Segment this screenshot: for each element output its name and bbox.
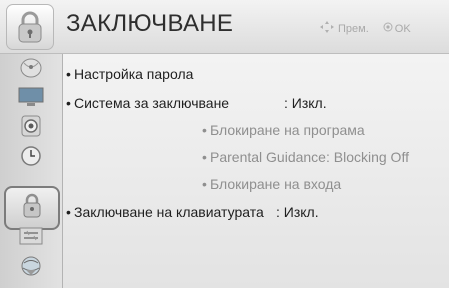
lock-icon (6, 4, 54, 50)
satellite-dish-icon (18, 57, 44, 84)
menu-item-key-lock[interactable]: • Заключване на клавиатурата : Изкл. (66, 204, 319, 220)
header: ЗАКЛЮЧВАНЕ Прем. OK (0, 0, 449, 54)
menu-item-label: Блокиране на програма (210, 122, 365, 138)
lock-menu-window: ЗАКЛЮЧВАНЕ Прем. OK • Настройка парола •… (0, 0, 449, 288)
menu-item-label: Настройка парола (74, 66, 194, 82)
menu-item-label: Parental Guidance: Blocking Off (210, 149, 409, 165)
menu-item-set-password[interactable]: • Настройка парола (66, 66, 193, 82)
menu-item-value: : Изкл. (276, 204, 319, 220)
clock-icon (19, 144, 43, 173)
menu-item-block-program: • Блокиране на програма (202, 122, 365, 138)
ok-button-icon (383, 22, 393, 35)
tv-screen-icon (17, 86, 45, 113)
network-globe-icon (18, 254, 44, 283)
sidebar (0, 54, 63, 288)
menu-item-value: : Изкл. (284, 95, 327, 111)
menu-item-parental-guidance: • Parental Guidance: Blocking Off (202, 149, 409, 165)
menu-item-label: Система за заключване (74, 95, 230, 111)
sidebar-item-time[interactable] (6, 146, 56, 171)
speaker-icon (19, 114, 43, 143)
hint-ok-label: OK (394, 22, 411, 35)
sidebar-item-lock[interactable] (4, 186, 60, 230)
menu-item-label: Блокиране на входа (210, 176, 342, 192)
lock-icon (21, 193, 43, 224)
menu-item-label: Заключване на клавиатурата (74, 204, 264, 220)
page-title: ЗАКЛЮЧВАНЕ (66, 10, 234, 37)
navigation-hint: Прем. OK (320, 21, 411, 36)
options-icon (18, 226, 44, 251)
arrows-icon (320, 21, 334, 36)
hint-move-label: Прем. (338, 22, 369, 35)
menu-item-lock-system[interactable]: • Система за заключване : Изкл. (66, 95, 327, 111)
sidebar-item-network[interactable] (6, 256, 56, 281)
sidebar-item-channels[interactable] (6, 58, 56, 83)
menu-item-block-input: • Блокиране на входа (202, 176, 342, 192)
sidebar-item-picture[interactable] (6, 87, 56, 112)
sidebar-item-options[interactable] (6, 226, 56, 251)
sidebar-item-audio[interactable] (6, 114, 56, 143)
menu-list: • Настройка парола • Система за заключване… (66, 58, 446, 286)
